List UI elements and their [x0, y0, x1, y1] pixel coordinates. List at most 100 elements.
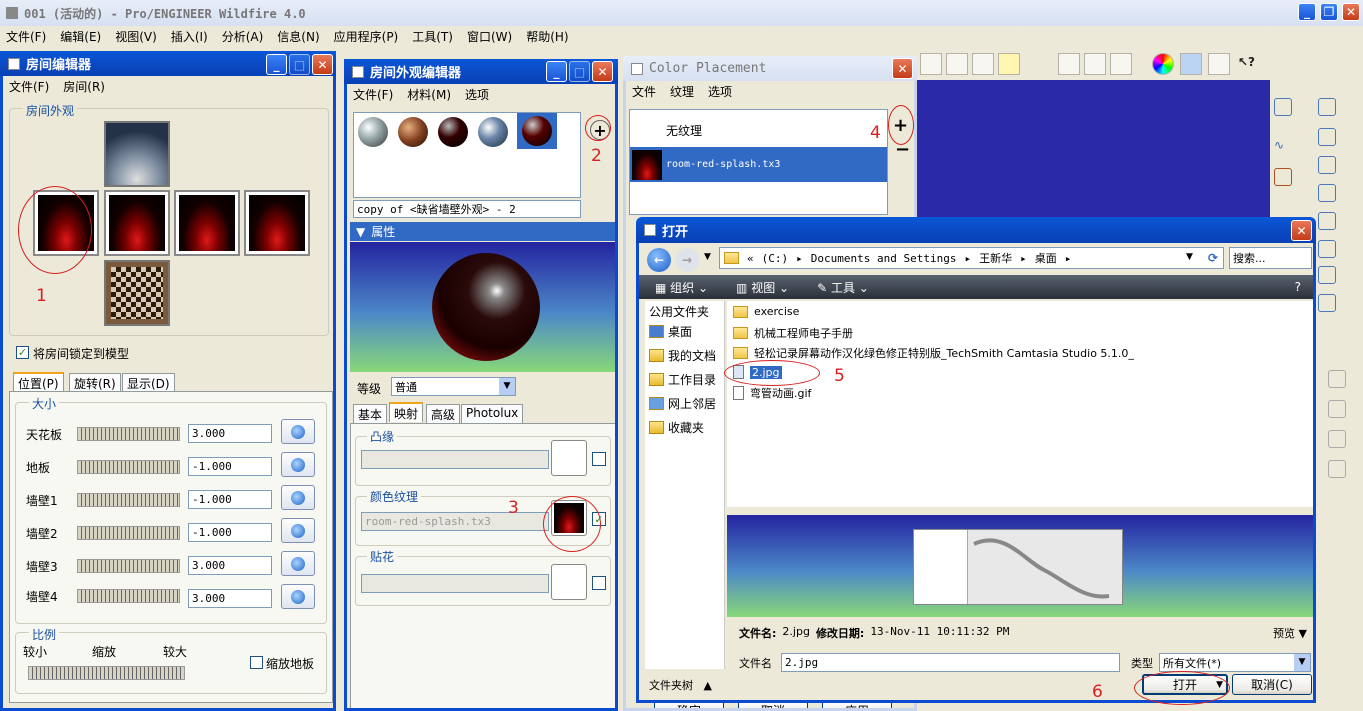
menu-analysis[interactable]: 分析(A) [222, 28, 264, 45]
row-wall4-field[interactable]: 3.000 [188, 589, 272, 608]
main-close-button[interactable]: ✕ [1342, 3, 1360, 21]
help-cursor-icon[interactable]: ↖? [1238, 55, 1255, 69]
tools-button[interactable]: ✎ 工具 ⌄ [817, 279, 869, 296]
row-ceiling-field[interactable]: 3.000 [188, 424, 272, 443]
room-editor-menu-room[interactable]: 房间(R) [63, 78, 105, 95]
menu-insert[interactable]: 插入(I) [171, 28, 208, 45]
row-wall3-slider[interactable] [77, 559, 180, 573]
address-bar[interactable]: « (C:) ▸ Documents and Settings ▸ 王新华 ▸ 桌面 ▸ [719, 247, 1224, 269]
row-floor-slider[interactable] [77, 460, 180, 474]
window-icon[interactable] [1058, 53, 1080, 75]
refresh-button[interactable]: ⟳ [1202, 247, 1224, 269]
bump-texture-button[interactable] [551, 440, 587, 476]
menu-applications[interactable]: 应用程序(P) [334, 28, 399, 45]
nav-my-documents[interactable]: 我的文档 [649, 347, 716, 364]
texture-item-selected[interactable]: room-red-splash.tx3 [630, 147, 887, 182]
sketch-tool-icon[interactable] [920, 53, 942, 75]
nav-network[interactable]: 网上邻居 [649, 395, 716, 412]
merge-icon[interactable] [1328, 460, 1346, 478]
blend-icon[interactable] [1318, 212, 1336, 230]
menu-info[interactable]: 信息(N) [277, 28, 319, 45]
file-engineer-manual[interactable]: 机械工程师电子手册 [733, 325, 853, 341]
appearance-editor-maximize-button[interactable]: □ [569, 61, 590, 82]
cp-menu-file[interactable]: 文件 [632, 83, 656, 100]
decal-checkbox[interactable] [592, 576, 606, 590]
row-wall2-pick-button[interactable] [281, 518, 315, 543]
path-desktop[interactable]: 桌面 [1035, 250, 1057, 266]
shell-icon[interactable] [1318, 240, 1336, 258]
nav-desktop[interactable]: 桌面 [649, 323, 692, 340]
color-palette-icon[interactable] [1152, 53, 1174, 75]
appearance-name-field[interactable]: copy of <缺省墙壁外观> - 2 [353, 200, 581, 218]
row-wall3-pick-button[interactable] [281, 551, 315, 576]
menu-tools[interactable]: 工具(T) [412, 28, 453, 45]
nav-working-directory[interactable]: 工作目录 [649, 371, 716, 388]
room-editor-minimize-button[interactable]: _ [266, 54, 287, 75]
texture-item-none[interactable]: 无纹理 [666, 122, 702, 139]
menu-edit[interactable]: 编辑(E) [60, 28, 101, 45]
appearance-menu-material[interactable]: 材料(M) [407, 86, 451, 103]
swatch-tile[interactable] [398, 117, 428, 147]
file-exercise[interactable]: exercise [733, 305, 799, 318]
row-ceiling-pick-button[interactable] [281, 419, 315, 444]
bump-checkbox[interactable] [592, 452, 606, 466]
row-wall4-pick-button[interactable] [281, 584, 315, 609]
row-wall2-field[interactable]: -1.000 [188, 523, 272, 542]
appearance-menu-file[interactable]: 文件(F) [353, 86, 393, 103]
scale-slider[interactable] [28, 666, 185, 680]
path-overflow[interactable]: « [747, 252, 754, 265]
address-dropdown-icon[interactable]: ▼ [1186, 252, 1193, 262]
color-placement-close-button[interactable]: ✕ [892, 58, 913, 79]
wall-preview-2[interactable] [104, 190, 170, 256]
rib-icon[interactable] [1318, 266, 1336, 284]
menu-view[interactable]: 视图(V) [115, 28, 157, 45]
organize-button[interactable]: ▦ 组织 ⌄ [655, 279, 708, 296]
row-wall1-pick-button[interactable] [281, 485, 315, 510]
appearance-menu-options[interactable]: 选项 [465, 86, 489, 103]
folder-tree-toggle[interactable]: 文件夹树 ▲ [649, 677, 712, 693]
back-button[interactable]: ← [647, 248, 671, 272]
swatch-grey[interactable] [358, 117, 388, 147]
cp-menu-options[interactable]: 选项 [708, 83, 732, 100]
wall-preview-3[interactable] [174, 190, 240, 256]
tab-rotation[interactable]: 旋转(R) [69, 373, 121, 393]
row-floor-field[interactable]: -1.000 [188, 457, 272, 476]
render-icon[interactable] [1208, 53, 1230, 75]
row-wall3-field[interactable]: 3.000 [188, 556, 272, 575]
file-gif[interactable]: 弯管动画.gif [733, 385, 811, 401]
scene-icon[interactable] [1180, 53, 1202, 75]
datum-plane-icon[interactable] [1274, 98, 1292, 116]
main-minimize-button[interactable]: _ [1298, 3, 1316, 21]
cancel-button[interactable]: 取消(C) [1232, 674, 1312, 695]
nav-favorites[interactable]: 收藏夹 [649, 419, 704, 436]
room-editor-menu-file[interactable]: 文件(F) [9, 78, 49, 95]
room-editor-close-button[interactable]: ✕ [312, 54, 333, 75]
ceiling-preview[interactable] [104, 121, 170, 187]
history-dropdown-icon[interactable]: ▼ [704, 252, 711, 262]
tab-display[interactable]: 显示(D) [122, 373, 175, 393]
extrude-icon[interactable] [1318, 156, 1336, 174]
file-camtasia[interactable]: 轻松记录屏幕动作汉化绿色修正特别版_TechSmith Camtasia Stu… [733, 345, 1134, 361]
cp-menu-texture[interactable]: 纹理 [670, 83, 694, 100]
lock-room-checkbox[interactable]: ✓ [16, 346, 29, 359]
tab-advanced[interactable]: 高级 [426, 404, 461, 424]
scale-floor-checkbox[interactable] [250, 656, 263, 669]
level-select[interactable]: 普通 ▼ [391, 377, 516, 396]
path-drive[interactable]: (C:) [762, 252, 789, 265]
tab-photolux[interactable]: Photolux [461, 404, 524, 424]
menu-window[interactable]: 窗口(W) [467, 28, 512, 45]
main-restore-button[interactable]: ❐ [1320, 3, 1338, 21]
swatch-dark-red[interactable] [438, 117, 468, 147]
wall-preview-4[interactable] [244, 190, 310, 256]
note-icon[interactable] [998, 53, 1020, 75]
search-input[interactable]: 搜索... [1229, 247, 1312, 269]
room-editor-maximize-button[interactable]: □ [289, 54, 310, 75]
appearance-editor-minimize-button[interactable]: _ [546, 61, 567, 82]
cross-lines-icon[interactable] [972, 53, 994, 75]
help-icon[interactable]: ? [1295, 280, 1301, 294]
row-floor-pick-button[interactable] [281, 452, 315, 477]
close-window-icon[interactable] [1110, 53, 1132, 75]
datum-axis-icon[interactable] [1318, 98, 1336, 116]
tab-basic[interactable]: 基本 [353, 404, 388, 424]
graphics-area[interactable] [916, 80, 1270, 220]
